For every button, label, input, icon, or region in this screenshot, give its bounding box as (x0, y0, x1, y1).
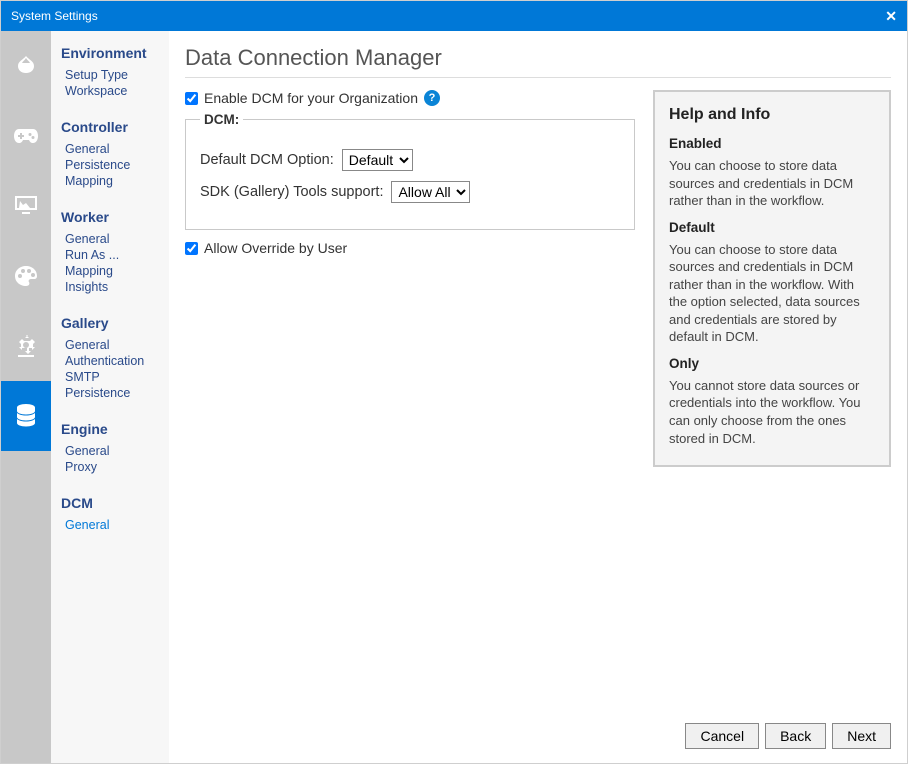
next-button[interactable]: Next (832, 723, 891, 749)
default-option-label: Default DCM Option: (200, 152, 334, 168)
help-panel: Help and Info Enabled You can choose to … (653, 90, 891, 467)
nav-section-dcm: DCM General (61, 495, 159, 533)
sdk-label: SDK (Gallery) Tools support: (200, 184, 383, 200)
enable-dcm-row[interactable]: Enable DCM for your Organization ? (185, 90, 635, 106)
nav-title-engine[interactable]: Engine (61, 421, 159, 437)
override-row[interactable]: Allow Override by User (185, 240, 635, 256)
monitor-icon (13, 194, 39, 218)
sdk-select[interactable]: Allow All (391, 181, 470, 203)
help-section-title: Only (669, 356, 875, 371)
nav-title-controller[interactable]: Controller (61, 119, 159, 135)
nav-item[interactable]: SMTP (61, 369, 159, 385)
palette-icon (13, 264, 39, 288)
database-icon (14, 403, 38, 429)
nav-item[interactable]: General (61, 141, 159, 157)
nav-item[interactable]: Proxy (61, 459, 159, 475)
body: Environment Setup Type Workspace Control… (1, 31, 907, 763)
nav-item[interactable]: Workspace (61, 83, 159, 99)
window-title: System Settings (11, 9, 98, 23)
engine-icon (14, 333, 38, 359)
cancel-button[interactable]: Cancel (685, 723, 759, 749)
dcm-legend: DCM: (200, 112, 243, 127)
page-title: Data Connection Manager (185, 45, 891, 78)
leaf-icon (14, 54, 38, 78)
close-icon[interactable]: ✕ (885, 8, 897, 25)
default-option-select[interactable]: Default (342, 149, 413, 171)
help-section-title: Enabled (669, 136, 875, 151)
main: Data Connection Manager Enable DCM for y… (169, 31, 907, 763)
dcm-fieldset: DCM: Default DCM Option: Default SDK (Ga… (185, 112, 635, 230)
iconbar (1, 31, 51, 763)
help-section-body: You cannot store data sources or credent… (669, 377, 875, 447)
nav-item[interactable]: Mapping (61, 263, 159, 279)
nav-title-environment[interactable]: Environment (61, 45, 159, 61)
controller-icon (13, 126, 39, 146)
back-button[interactable]: Back (765, 723, 826, 749)
nav-item[interactable]: Setup Type (61, 67, 159, 83)
enable-dcm-checkbox[interactable] (185, 92, 198, 105)
iconbar-environment[interactable] (1, 31, 51, 101)
nav-item[interactable]: Mapping (61, 173, 159, 189)
nav-item[interactable]: General (61, 337, 159, 353)
form-area: Enable DCM for your Organization ? DCM: … (185, 90, 635, 262)
help-section-title: Default (669, 220, 875, 235)
nav-item[interactable]: Insights (61, 279, 159, 295)
nav-section-worker: Worker General Run As ... Mapping Insigh… (61, 209, 159, 295)
override-checkbox[interactable] (185, 242, 198, 255)
help-section-body: You can choose to store data sources and… (669, 241, 875, 346)
content-row: Enable DCM for your Organization ? DCM: … (185, 90, 891, 467)
nav-section-environment: Environment Setup Type Workspace (61, 45, 159, 99)
nav-item[interactable]: Authentication (61, 353, 159, 369)
nav-title-worker[interactable]: Worker (61, 209, 159, 225)
nav-title-gallery[interactable]: Gallery (61, 315, 159, 331)
nav-section-controller: Controller General Persistence Mapping (61, 119, 159, 189)
nav-section-gallery: Gallery General Authentication SMTP Pers… (61, 315, 159, 401)
help-heading: Help and Info (669, 106, 875, 124)
nav-item[interactable]: Persistence (61, 385, 159, 401)
nav-item[interactable]: General (61, 443, 159, 459)
default-option-row: Default DCM Option: Default (200, 149, 620, 171)
iconbar-engine[interactable] (1, 311, 51, 381)
iconbar-gallery[interactable] (1, 241, 51, 311)
sidebar: Environment Setup Type Workspace Control… (51, 31, 169, 763)
footer: Cancel Back Next (185, 713, 891, 749)
settings-window: System Settings ✕ (0, 0, 908, 764)
nav-section-engine: Engine General Proxy (61, 421, 159, 475)
titlebar: System Settings ✕ (1, 1, 907, 31)
nav-item[interactable]: Persistence (61, 157, 159, 173)
nav-item[interactable]: General (61, 517, 159, 533)
help-icon[interactable]: ? (424, 90, 440, 106)
override-label: Allow Override by User (204, 240, 347, 256)
help-section-body: You can choose to store data sources and… (669, 157, 875, 210)
iconbar-controller[interactable] (1, 101, 51, 171)
enable-dcm-label: Enable DCM for your Organization (204, 90, 418, 106)
sdk-row: SDK (Gallery) Tools support: Allow All (200, 181, 620, 203)
nav-item[interactable]: Run As ... (61, 247, 159, 263)
nav-item[interactable]: General (61, 231, 159, 247)
iconbar-dcm[interactable] (1, 381, 51, 451)
iconbar-worker[interactable] (1, 171, 51, 241)
nav-title-dcm[interactable]: DCM (61, 495, 159, 511)
